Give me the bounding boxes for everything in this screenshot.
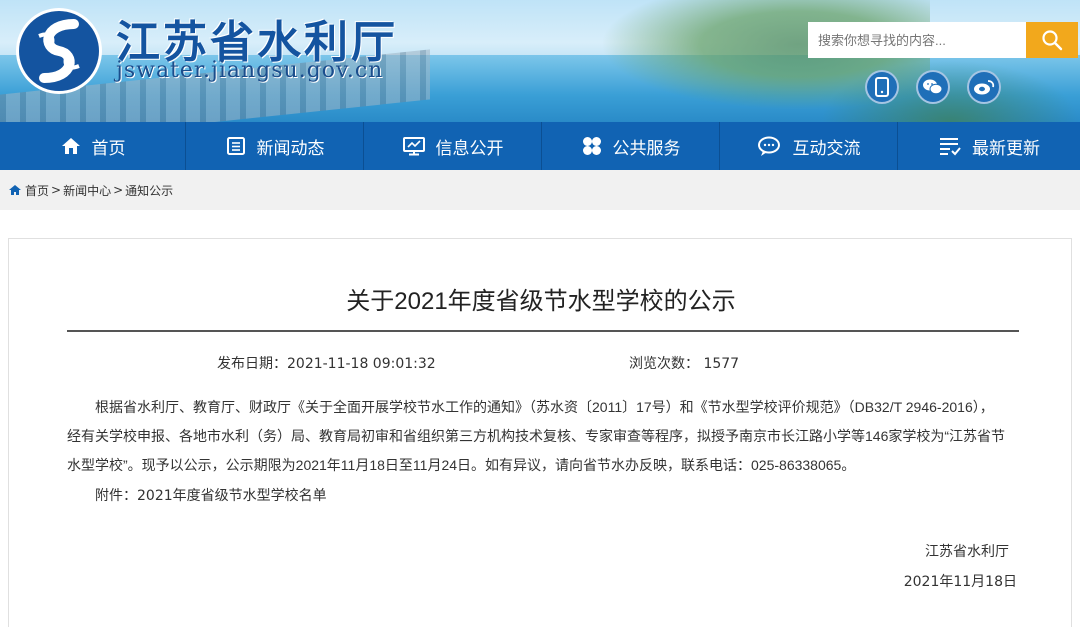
search-icon bbox=[1042, 30, 1063, 51]
nav-label: 新闻动态 bbox=[256, 138, 325, 159]
publish-date-value: 2021-11-18 09:01:32 bbox=[287, 356, 436, 372]
news-icon bbox=[226, 137, 245, 155]
banner-shore bbox=[820, 60, 1080, 122]
title-divider bbox=[67, 330, 1019, 332]
breadcrumb: 首页 > 新闻中心 > 通知公示 bbox=[0, 170, 1080, 210]
nav-label: 互动交流 bbox=[792, 138, 861, 159]
main-nav: 首页 新闻动态 信息公开 公共服务 互动交流 最新更新 bbox=[0, 122, 1080, 170]
breadcrumb-news-center[interactable]: 新闻中心 bbox=[63, 182, 111, 199]
article-card: 关于2021年度省级节水型学校的公示 发布日期：2021-11-18 09:01… bbox=[8, 238, 1072, 627]
publish-date-label: 发布日期： bbox=[217, 356, 287, 372]
info-icon bbox=[402, 137, 425, 156]
chat-icon bbox=[757, 136, 780, 156]
breadcrumb-separator: > bbox=[113, 183, 124, 197]
mobile-button[interactable] bbox=[865, 70, 899, 104]
signature-date: 2021年11月18日 bbox=[903, 574, 1017, 590]
search-button[interactable] bbox=[1026, 22, 1078, 58]
weibo-button[interactable] bbox=[967, 70, 1001, 104]
article-body: 根据省水利厅、教育厅、财政厅《关于全面开展学校节水工作的通知》（苏水资〔2011… bbox=[67, 399, 1006, 473]
attachment-link[interactable]: 附件：2021年度省级节水型学校名单 bbox=[95, 485, 327, 505]
weibo-icon bbox=[974, 80, 995, 95]
view-count: 浏览次数： 1577 bbox=[629, 353, 739, 373]
nav-label: 信息公开 bbox=[435, 138, 504, 159]
nav-label: 首页 bbox=[91, 138, 126, 159]
breadcrumb-separator: > bbox=[51, 183, 62, 197]
breadcrumb-current[interactable]: 通知公示 bbox=[125, 182, 173, 199]
view-count-value: 1577 bbox=[703, 356, 740, 372]
update-icon bbox=[940, 138, 961, 156]
search-input[interactable] bbox=[808, 22, 1026, 58]
breadcrumb-home[interactable]: 首页 bbox=[25, 182, 49, 199]
nav-item-service[interactable]: 公共服务 bbox=[542, 122, 720, 170]
header-banner: 江苏省水利厅 jswater.jiangsu.gov.cn bbox=[0, 0, 1080, 122]
nav-item-home[interactable]: 首页 bbox=[0, 122, 186, 170]
nav-item-news[interactable]: 新闻动态 bbox=[186, 122, 364, 170]
nav-item-updates[interactable]: 最新更新 bbox=[898, 122, 1080, 170]
publish-date: 发布日期：2021-11-18 09:01:32 bbox=[217, 353, 436, 373]
home-icon bbox=[61, 138, 80, 154]
wechat-icon bbox=[923, 79, 943, 95]
home-small-icon bbox=[9, 185, 21, 195]
article-title: 关于2021年度省级节水型学校的公示 bbox=[346, 288, 736, 315]
view-count-label: 浏览次数： bbox=[629, 356, 699, 372]
service-icon bbox=[582, 137, 601, 155]
nav-label: 公共服务 bbox=[612, 138, 681, 159]
nav-label: 最新更新 bbox=[972, 138, 1040, 159]
wechat-button[interactable] bbox=[916, 70, 950, 104]
site-logo[interactable] bbox=[14, 6, 104, 96]
nav-item-info[interactable]: 信息公开 bbox=[364, 122, 542, 170]
mobile-icon bbox=[875, 77, 889, 97]
nav-item-interaction[interactable]: 互动交流 bbox=[720, 122, 898, 170]
signature-organization: 江苏省水利厅 bbox=[925, 544, 1009, 560]
site-url: jswater.jiangsu.gov.cn bbox=[116, 58, 384, 83]
